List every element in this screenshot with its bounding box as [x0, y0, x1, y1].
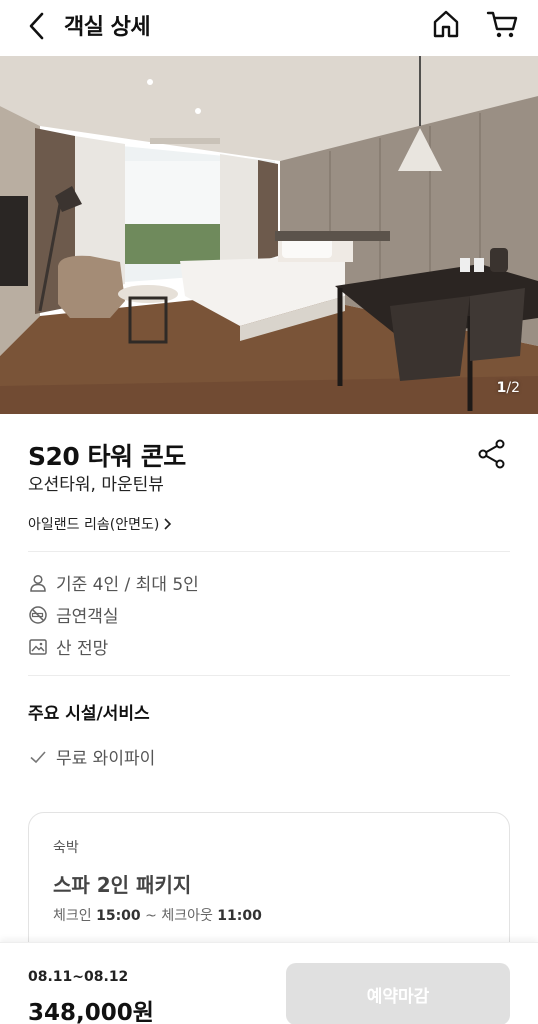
checkin-checkout-time: 체크인 15:00 ~ 체크아웃 11:00 — [53, 908, 262, 924]
booking-closed-button[interactable]: 예약마감 — [286, 963, 510, 1024]
facility-label: 무료 와이파이 — [56, 749, 156, 769]
smoking-row: 금연객실 — [28, 602, 119, 627]
hotel-link-label: 아일랜드 리솜(안면도) — [28, 517, 160, 533]
smoking-text: 금연객실 — [56, 607, 119, 627]
view-text: 산 전망 — [56, 639, 109, 659]
package-type: 숙박 — [53, 840, 79, 856]
stay-dates: 08.11~08.12 — [28, 969, 129, 985]
person-icon — [30, 574, 46, 592]
page-title: 객실 상세 — [64, 15, 151, 40]
facility-item: 무료 와이파이 — [28, 744, 155, 769]
divider — [28, 675, 510, 676]
home-icon — [433, 10, 459, 38]
top-app-bar: 객실 상세 — [0, 0, 538, 56]
gallery-counter: 1/2 — [496, 380, 520, 396]
price: 348,000원 — [28, 1000, 154, 1024]
hotel-link[interactable]: 아일랜드 리솜(안면도) — [28, 514, 173, 534]
capacity-text: 기준 4인 / 최대 5인 — [56, 575, 199, 595]
no-smoking-icon — [29, 605, 47, 624]
package-title: 스파 2인 패키지 — [53, 873, 192, 897]
room-name: S20 타워 콘도 — [28, 442, 186, 471]
room-photo — [0, 56, 538, 414]
back-button[interactable] — [20, 8, 56, 44]
share-icon — [478, 439, 505, 469]
chevron-left-icon — [29, 12, 44, 40]
capacity-row: 기준 4인 / 최대 5인 — [28, 570, 199, 595]
view-row: 산 전망 — [28, 634, 108, 659]
image-icon — [29, 638, 47, 655]
room-photo-gallery[interactable]: 1/2 — [0, 56, 538, 414]
share-button[interactable] — [474, 436, 510, 472]
room-subtitle: 오션타워, 마운틴뷰 — [28, 475, 164, 495]
check-icon — [30, 750, 46, 763]
bottom-booking-bar: 08.11~08.12 348,000원 예약마감 — [0, 942, 538, 1024]
divider — [28, 551, 510, 552]
cart-icon — [486, 11, 518, 38]
chevron-right-icon — [164, 518, 172, 530]
home-button[interactable] — [428, 6, 464, 42]
cart-button[interactable] — [484, 6, 520, 42]
facilities-title: 주요 시설/서비스 — [28, 704, 150, 724]
